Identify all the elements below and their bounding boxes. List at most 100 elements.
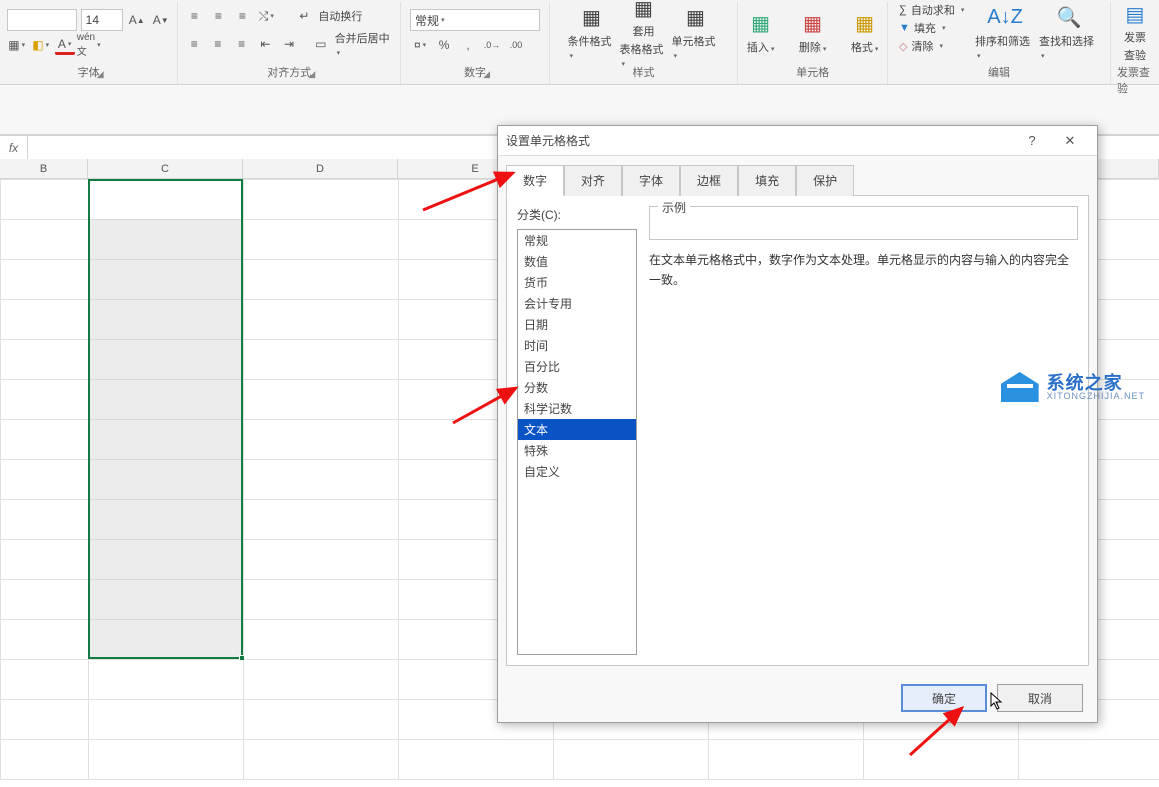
sort-filter-button[interactable]: A↓Z排序和筛选 (975, 2, 1035, 62)
number-dialog-launcher-icon[interactable]: ◢ (483, 69, 490, 80)
border-icon[interactable]: ▦ (7, 35, 27, 55)
number-format-combo[interactable]: 常规 (410, 9, 540, 31)
autosum-button[interactable]: ∑自动求和 (899, 2, 971, 18)
category-item[interactable]: 数值 (518, 251, 636, 272)
tab-fill[interactable]: 填充 (738, 165, 796, 196)
fill-color-icon[interactable]: ◧ (31, 35, 51, 55)
category-item[interactable]: 特殊 (518, 440, 636, 461)
decrease-indent-icon[interactable]: ⇤ (256, 34, 276, 54)
active-cell (90, 181, 241, 219)
group-styles: ▦条件格式 ▦套用表格格式 ▦单元格式 样式 (550, 2, 738, 84)
fill-down-icon: ▼ (899, 22, 910, 34)
align-top-icon[interactable]: ≡ (184, 6, 204, 26)
tab-border[interactable]: 边框 (680, 165, 738, 196)
group-font: 14 A▲ A▼ ▦ ◧ A wén文 字体◢ (0, 2, 178, 84)
increase-font-icon[interactable]: A▲ (127, 10, 147, 30)
increase-decimal-icon[interactable]: .0→ (482, 35, 502, 55)
align-bottom-icon[interactable]: ≡ (232, 6, 252, 26)
clear-button[interactable]: ◇清除 (899, 38, 971, 54)
ok-button[interactable]: 确定 (901, 684, 987, 712)
category-item[interactable]: 分数 (518, 377, 636, 398)
increase-indent-icon[interactable]: ⇥ (279, 34, 299, 54)
font-name-combo[interactable] (7, 9, 77, 31)
col-head-B[interactable]: B (0, 159, 88, 178)
font-color-icon[interactable]: A (55, 35, 75, 55)
close-icon[interactable]: ✕ (1051, 126, 1089, 156)
category-item[interactable]: 日期 (518, 314, 636, 335)
delete-icon: ▦ (799, 9, 827, 37)
orientation-icon[interactable]: ⤭ (256, 6, 276, 26)
cell-styles-icon: ▦ (681, 3, 709, 31)
cells-group-label: 单元格 (796, 62, 829, 82)
format-cells-dialog: 设置单元格格式 ? ✕ 数字 对齐 字体 边框 填充 保护 分类(C): 常规数… (497, 125, 1098, 723)
category-item[interactable]: 常规 (518, 230, 636, 251)
sample-box: 示例 (649, 206, 1078, 240)
group-alignment: ≡ ≡ ≡ ⤭ ↵ 自动换行 ≡ ≡ ≡ ⇤ ⇥ ▭ 合并后居中 对齐方式◢ (178, 2, 401, 84)
editing-group-label: 编辑 (988, 62, 1010, 82)
table-format-button[interactable]: ▦套用表格格式 (619, 2, 667, 62)
tab-protection[interactable]: 保护 (796, 165, 854, 196)
align-middle-icon[interactable]: ≡ (208, 6, 228, 26)
category-item[interactable]: 货币 (518, 272, 636, 293)
category-item[interactable]: 文本 (518, 419, 636, 440)
tab-font[interactable]: 字体 (622, 165, 680, 196)
category-item[interactable]: 自定义 (518, 461, 636, 482)
decrease-font-icon[interactable]: A▼ (151, 10, 171, 30)
conditional-format-icon: ▦ (577, 3, 605, 31)
category-item[interactable]: 时间 (518, 335, 636, 356)
wrap-text-icon[interactable]: ↵ (294, 6, 314, 26)
tab-alignment[interactable]: 对齐 (564, 165, 622, 196)
sample-label: 示例 (658, 199, 690, 216)
wrap-text-label[interactable]: 自动换行 (318, 8, 362, 24)
sigma-icon: ∑ (899, 4, 907, 16)
fill-handle[interactable] (239, 655, 245, 661)
group-cells: ▦插入 ▦删除 ▦格式 单元格 (738, 2, 888, 84)
percent-icon[interactable]: % (434, 35, 454, 55)
align-left-icon[interactable]: ≡ (184, 34, 204, 54)
merge-center-icon[interactable]: ▭ (311, 34, 331, 54)
align-right-icon[interactable]: ≡ (232, 34, 252, 54)
format-button[interactable]: ▦格式 (841, 2, 889, 62)
comma-icon[interactable]: , (458, 35, 478, 55)
decrease-decimal-icon[interactable]: .00 (506, 35, 526, 55)
category-item[interactable]: 科学记数 (518, 398, 636, 419)
styles-group-label: 样式 (632, 62, 654, 82)
delete-button[interactable]: ▦删除 (789, 2, 837, 62)
fill-button[interactable]: ▼填充 (899, 20, 971, 36)
fx-icon[interactable]: fx (0, 136, 28, 159)
insert-button[interactable]: ▦插入 (737, 2, 785, 62)
phonetic-icon[interactable]: wén文 (79, 35, 99, 55)
category-item[interactable]: 百分比 (518, 356, 636, 377)
eraser-icon: ◇ (899, 40, 907, 53)
group-editing: ∑自动求和 ▼填充 ◇清除 A↓Z排序和筛选 🔍查找和选择 编辑 (888, 2, 1111, 84)
dialog-title: 设置单元格格式 (506, 132, 590, 149)
cancel-button[interactable]: 取消 (997, 684, 1083, 712)
font-dialog-launcher-icon[interactable]: ◢ (97, 69, 104, 80)
col-head-D[interactable]: D (243, 159, 398, 178)
invoice-check-button[interactable]: ▤发票查验 (1115, 2, 1155, 62)
invoice-icon: ▤ (1121, 2, 1149, 27)
alignment-dialog-launcher-icon[interactable]: ◢ (308, 69, 315, 80)
help-icon[interactable]: ? (1013, 126, 1051, 156)
dialog-body: 分类(C): 常规数值货币会计专用日期时间百分比分数科学记数文本特殊自定义 示例… (506, 195, 1089, 666)
tab-number[interactable]: 数字 (506, 165, 564, 196)
group-number: 常规 ¤ % , .0→ .00 数字◢ (401, 2, 550, 84)
col-head-C[interactable]: C (88, 159, 243, 178)
cell-styles-button[interactable]: ▦单元格式 (671, 2, 719, 62)
ribbon: 14 A▲ A▼ ▦ ◧ A wén文 字体◢ ≡ ≡ ≡ ⤭ ↵ 自动换行 (0, 0, 1159, 85)
dialog-titlebar[interactable]: 设置单元格格式 ? ✕ (498, 126, 1097, 156)
insert-icon: ▦ (747, 9, 775, 37)
align-center-icon[interactable]: ≡ (208, 34, 228, 54)
table-format-icon: ▦ (629, 0, 657, 21)
selection-rect (88, 179, 243, 659)
accounting-format-icon[interactable]: ¤ (410, 35, 430, 55)
font-size-combo[interactable]: 14 (81, 9, 123, 31)
merge-center-label[interactable]: 合并后居中 (335, 30, 395, 58)
format-icon: ▦ (851, 9, 879, 37)
category-list[interactable]: 常规数值货币会计专用日期时间百分比分数科学记数文本特殊自定义 (517, 229, 637, 655)
dialog-tabs: 数字 对齐 字体 边框 填充 保护 (498, 156, 1097, 195)
conditional-format-button[interactable]: ▦条件格式 (567, 2, 615, 62)
category-item[interactable]: 会计专用 (518, 293, 636, 314)
find-select-button[interactable]: 🔍查找和选择 (1039, 2, 1099, 62)
group-invoice: ▤发票查验 发票查验 (1111, 2, 1159, 84)
